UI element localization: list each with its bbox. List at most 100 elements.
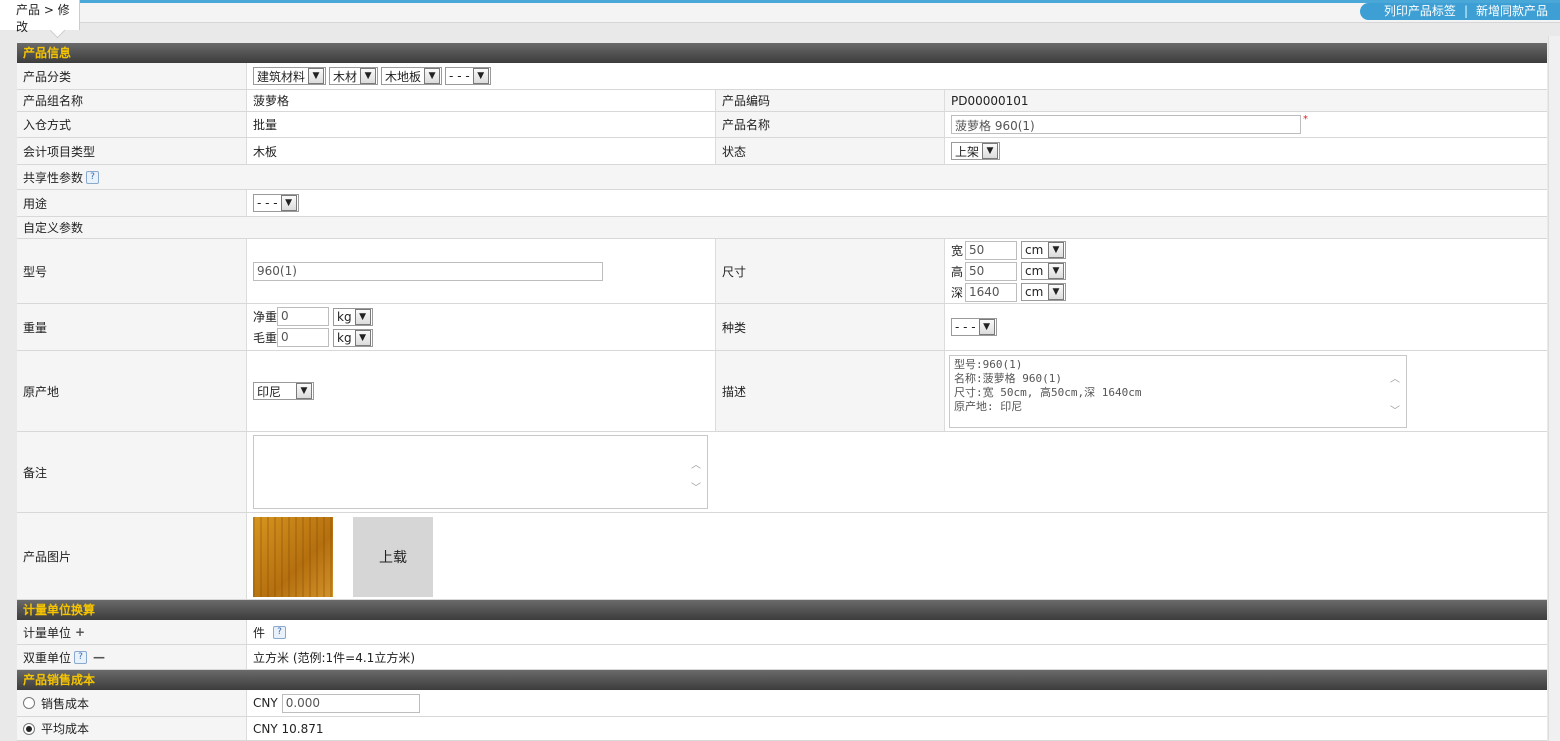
- code-label: 产品编码: [715, 90, 945, 111]
- category-select-1[interactable]: 建筑材料 ▼: [253, 67, 327, 85]
- kind-select[interactable]: - - - ▼: [951, 318, 997, 336]
- sales-cost-currency: CNY: [253, 696, 278, 710]
- chevron-down-icon: ▼: [308, 68, 325, 84]
- help-icon[interactable]: ?: [86, 170, 100, 184]
- gross-weight-row: 毛重 0 kg ▼: [253, 328, 376, 347]
- category-select-2[interactable]: 木材 ▼: [329, 67, 379, 85]
- height-input[interactable]: 50: [965, 261, 1017, 281]
- chevron-down-icon: ▼: [1048, 284, 1064, 300]
- group-value: 菠萝格: [253, 94, 290, 108]
- textarea-scrollbar[interactable]: ︿ ﹀: [1390, 360, 1404, 423]
- model-label: 型号: [17, 239, 247, 303]
- origin-label: 原产地: [17, 351, 247, 431]
- depth-input[interactable]: 1640: [965, 282, 1017, 302]
- accounting-label: 会计项目类型: [17, 138, 247, 164]
- model-input[interactable]: 960(1): [253, 261, 603, 281]
- size-depth-row: 深 1640 cm ▼: [951, 282, 1069, 302]
- net-weight-unit-select[interactable]: kg ▼: [333, 307, 373, 326]
- chevron-down-icon: ▼: [280, 195, 297, 211]
- status-select[interactable]: 上架 ▼: [951, 142, 1001, 160]
- unit-label-cell: 计量单位 +: [17, 620, 247, 644]
- description-textarea[interactable]: 型号:960(1) 名称:菠萝格 960(1) 尺寸:宽 50cm, 高50cm,深…: [949, 355, 1407, 428]
- dual-unit-value: 立方米 (范例:1件=4.1立方米): [253, 650, 415, 665]
- weight-label: 重量: [17, 304, 247, 350]
- page-scrollbar[interactable]: [1548, 36, 1560, 741]
- chevron-down-icon: ▼: [1048, 263, 1064, 279]
- name-cell: 菠萝格 960(1) *: [945, 112, 1547, 137]
- top-links: 列印产品标签 | 新增同款产品: [1359, 3, 1560, 20]
- remark-label: 备注: [17, 432, 247, 512]
- help-icon[interactable]: ?: [273, 625, 287, 639]
- chevron-down-icon: ▼: [424, 68, 441, 84]
- print-label-link[interactable]: 列印产品标签: [1384, 4, 1456, 18]
- plus-icon[interactable]: +: [75, 625, 85, 639]
- width-input[interactable]: 50: [965, 240, 1017, 260]
- product-image-thumbnail[interactable]: [253, 517, 333, 597]
- link-separator: |: [1463, 4, 1468, 18]
- chevron-down-icon: ▼: [354, 329, 371, 346]
- height-unit-select[interactable]: cm ▼: [1021, 262, 1066, 280]
- chevron-up-icon: ︿: [1390, 374, 1400, 385]
- chevron-down-icon: ▼: [978, 319, 995, 335]
- usage-select[interactable]: - - - ▼: [253, 194, 299, 212]
- avg-cost-option[interactable]: 平均成本: [17, 717, 247, 740]
- net-weight-label: 净重: [253, 310, 278, 324]
- usage-label: 用途: [17, 190, 247, 216]
- gross-weight-input[interactable]: 0: [277, 328, 330, 347]
- avg-cost-value: CNY 10.871: [253, 721, 324, 736]
- unit-label: 计量单位: [23, 625, 72, 640]
- section-unit-conversion: 计量单位换算: [17, 600, 1547, 620]
- category-label: 产品分类: [17, 63, 247, 89]
- row-avg-cost: 平均成本 CNY 10.871: [17, 717, 1547, 741]
- gross-weight-unit-select[interactable]: kg ▼: [333, 328, 373, 347]
- width-unit-select[interactable]: cm ▼: [1021, 241, 1066, 259]
- net-weight-input[interactable]: 0: [277, 307, 330, 326]
- remark-textarea[interactable]: ︿ ﹀: [253, 435, 708, 509]
- code-value: PD00000101: [945, 90, 1547, 111]
- depth-unit-select[interactable]: cm ▼: [1021, 283, 1066, 301]
- row-dual-unit: 双重单位? — 立方米 (范例:1件=4.1立方米): [17, 645, 1547, 670]
- shared-params-heading: 共享性参数?: [17, 165, 100, 189]
- row-shared-params: 共享性参数?: [17, 165, 1547, 190]
- sales-cost-option[interactable]: 销售成本: [17, 690, 247, 716]
- row-weight-kind: 重量 净重 0 kg ▼ 毛重 0 kg ▼ 种类 - - - ▼: [17, 304, 1547, 351]
- help-icon[interactable]: ?: [74, 650, 88, 664]
- category-select-3[interactable]: 木地板 ▼: [381, 67, 443, 85]
- name-input[interactable]: 菠萝格 960(1): [951, 115, 1301, 134]
- size-height-row: 高 50 cm ▼: [951, 261, 1069, 281]
- row-origin-desc: 原产地 印尼 ▼ 描述 型号:960(1) 名称:菠萝格 960(1) 尺寸:宽 50…: [17, 351, 1547, 432]
- dual-unit-label-cell: 双重单位? —: [17, 645, 247, 669]
- section-sales-cost: 产品销售成本: [17, 670, 1547, 690]
- row-accounting-status: 会计项目类型 木板 状态 上架 ▼: [17, 138, 1547, 165]
- chevron-up-icon: ︿: [691, 460, 701, 471]
- chevron-down-icon: ﹀: [1390, 406, 1400, 417]
- accounting-value: 木板: [253, 144, 278, 159]
- chevron-down-icon: ▼: [472, 68, 489, 84]
- status-label: 状态: [715, 138, 945, 164]
- dual-unit-label: 双重单位: [23, 650, 72, 665]
- new-same-product-link[interactable]: 新增同款产品: [1476, 4, 1548, 18]
- category-select-4[interactable]: - - - ▼: [445, 67, 491, 85]
- gross-weight-label: 毛重: [253, 331, 278, 345]
- required-mark: *: [1303, 114, 1308, 125]
- chevron-down-icon: ▼: [982, 143, 999, 159]
- unit-value: 件: [253, 625, 266, 640]
- textarea-scrollbar[interactable]: ︿ ﹀: [691, 440, 705, 504]
- avg-cost-radio[interactable]: [23, 722, 35, 735]
- sales-cost-cell: CNY 0.000: [247, 690, 1547, 716]
- row-image: 产品图片 上载: [17, 513, 1547, 600]
- upload-button[interactable]: 上载: [353, 517, 433, 597]
- name-label: 产品名称: [715, 112, 945, 137]
- origin-select[interactable]: 印尼 ▼: [253, 382, 314, 400]
- size-cell: 宽 50 cm ▼ 高 50 cm ▼ 深 1640 cm ▼: [945, 239, 1547, 303]
- sales-cost-radio[interactable]: [23, 697, 35, 709]
- image-label: 产品图片: [17, 513, 247, 599]
- row-model-size: 型号 960(1) 尺寸 宽 50 cm ▼ 高 50 cm ▼ 深 1640 cm…: [17, 239, 1547, 304]
- sales-cost-input[interactable]: 0.000: [281, 693, 420, 713]
- kind-label: 种类: [715, 304, 945, 350]
- row-remark: 备注 ︿ ﹀: [17, 432, 1547, 513]
- weight-cell: 净重 0 kg ▼ 毛重 0 kg ▼: [247, 304, 715, 350]
- row-sales-cost: 销售成本 CNY 0.000: [17, 690, 1547, 717]
- row-stock-name: 入仓方式 批量 产品名称 菠萝格 960(1) *: [17, 112, 1547, 138]
- minus-icon[interactable]: —: [93, 650, 105, 664]
